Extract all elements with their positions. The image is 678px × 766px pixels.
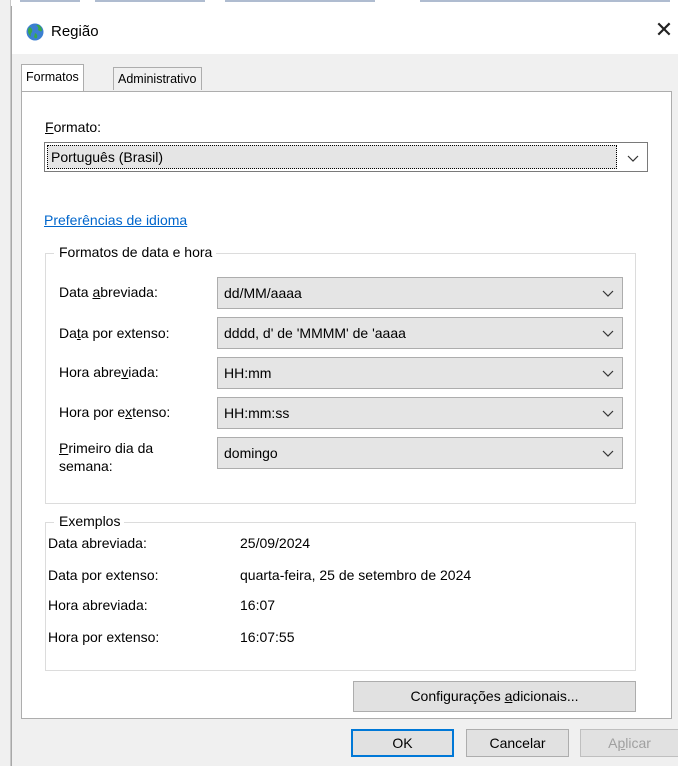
additional-settings-button[interactable]: Configurações adicionais... [353,681,636,712]
apply-button[interactable]: Aplicar [580,729,678,757]
date-time-formats-group: Formatos de data e hora Data abreviada: … [45,244,636,504]
long-date-value: dddd, d' de 'MMMM' de 'aaaa [224,325,406,341]
format-label: Formato: [45,119,102,135]
examples-legend: Exemplos [54,513,125,529]
chevron-down-icon [602,290,614,297]
chevron-down-icon [602,450,614,457]
short-date-label: Data abreviada: [59,284,158,300]
title-bar[interactable]: Região ✕ [12,6,678,54]
example-value: 16:07:55 [240,629,295,645]
long-time-select[interactable]: HH:mm:ss [217,397,623,429]
tab-formatos[interactable]: Formatos [21,64,84,91]
chevron-down-icon [602,370,614,377]
language-preferences-link[interactable]: Preferências de idioma [44,212,187,228]
ok-button[interactable]: OK [351,729,454,757]
example-value: 16:07 [240,597,276,613]
format-select-field: Português (Brasil) [47,145,617,169]
short-time-select[interactable]: HH:mm [217,357,623,389]
example-value: 25/09/2024 [240,535,311,551]
short-date-select[interactable]: dd/MM/aaaa [217,277,623,309]
background-window-edge [0,0,11,766]
globe-icon [26,23,44,41]
tab-administrativo[interactable]: Administrativo [113,67,202,90]
long-time-label: Hora por extenso: [59,404,171,420]
chevron-down-icon [627,155,639,162]
example-label: Data abreviada: [48,535,147,551]
date-time-formats-legend: Formatos de data e hora [54,244,217,260]
example-label: Hora abreviada: [48,597,148,613]
example-label: Hora por extenso: [48,629,160,645]
first-day-select[interactable]: domingo [217,437,623,469]
short-date-value: dd/MM/aaaa [224,285,302,301]
example-label: Data por extenso: [48,567,159,583]
close-icon[interactable]: ✕ [649,14,678,46]
format-select-separator [620,143,621,171]
cancel-button[interactable]: Cancelar [466,729,569,757]
short-time-value: HH:mm [224,365,272,381]
example-value: quarta-feira, 25 de setembro de 2024 [240,567,472,583]
first-day-value: domingo [224,445,278,461]
chevron-down-icon [602,410,614,417]
format-value: Português (Brasil) [51,149,164,165]
formats-panel: Formato: Português (Brasil) Preferências… [21,91,672,719]
format-select[interactable]: Português (Brasil) [44,142,648,172]
region-dialog: Região ✕ Formatos Administrativo Formato… [11,6,678,766]
window-title: Região [51,23,99,40]
long-time-value: HH:mm:ss [224,405,290,421]
chevron-down-icon [602,330,614,337]
short-time-label: Hora abreviada: [59,364,159,380]
long-date-label: Data por extenso: [59,325,170,341]
first-day-label: Primeiro dia da semana: [59,440,154,474]
examples-group: Exemplos Data abreviada: 25/09/2024 Data… [45,513,636,671]
long-date-select[interactable]: dddd, d' de 'MMMM' de 'aaaa [217,317,623,349]
